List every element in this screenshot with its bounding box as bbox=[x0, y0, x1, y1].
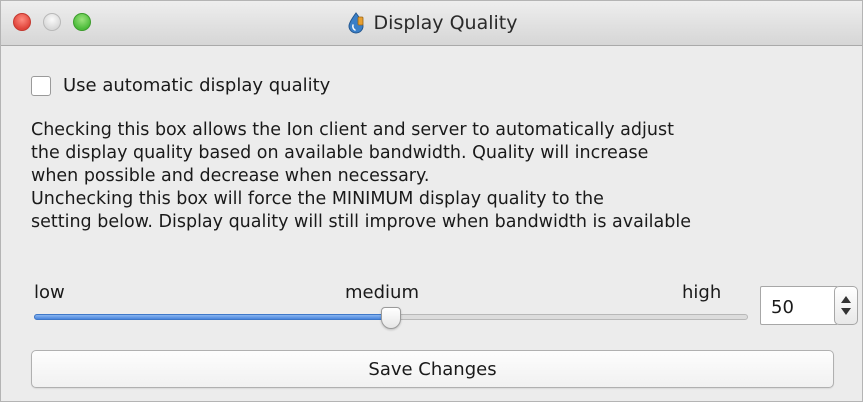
auto-quality-checkbox[interactable] bbox=[31, 75, 51, 96]
slider-label-high: high bbox=[682, 282, 722, 303]
slider-label-low: low bbox=[34, 282, 65, 303]
description-line: setting below. Display quality will stil… bbox=[31, 212, 692, 232]
quality-stepper-field[interactable]: 50 bbox=[760, 286, 838, 325]
quality-slider-fill bbox=[34, 314, 391, 320]
stepper-up-icon[interactable] bbox=[841, 296, 851, 303]
auto-quality-row[interactable]: Use automatic display quality bbox=[31, 75, 330, 96]
description-line: Unchecking this box will force the MINIM… bbox=[31, 189, 604, 209]
auto-quality-label[interactable]: Use automatic display quality bbox=[63, 75, 330, 96]
window-title: Display Quality bbox=[373, 12, 518, 34]
description-line: when possible and decrease when necessar… bbox=[31, 166, 430, 186]
quality-stepper-arrows[interactable] bbox=[834, 286, 858, 325]
quality-stepper-value[interactable]: 50 bbox=[771, 297, 794, 318]
stepper-down-icon[interactable] bbox=[841, 308, 851, 315]
display-quality-window: Display Quality Use automatic display qu… bbox=[0, 0, 863, 402]
description-line: Checking this box allows the Ion client … bbox=[31, 120, 674, 140]
title-bar[interactable]: Display Quality bbox=[1, 1, 862, 46]
description-line: the display quality based on available b… bbox=[31, 143, 649, 163]
description-text: Checking this box allows the Ion client … bbox=[31, 119, 861, 234]
ion-drop-icon bbox=[346, 12, 366, 34]
window-title-group: Display Quality bbox=[1, 1, 862, 45]
slider-label-medium: medium bbox=[345, 282, 419, 303]
save-changes-button[interactable]: Save Changes bbox=[31, 350, 834, 388]
quality-slider-thumb[interactable] bbox=[381, 307, 401, 329]
